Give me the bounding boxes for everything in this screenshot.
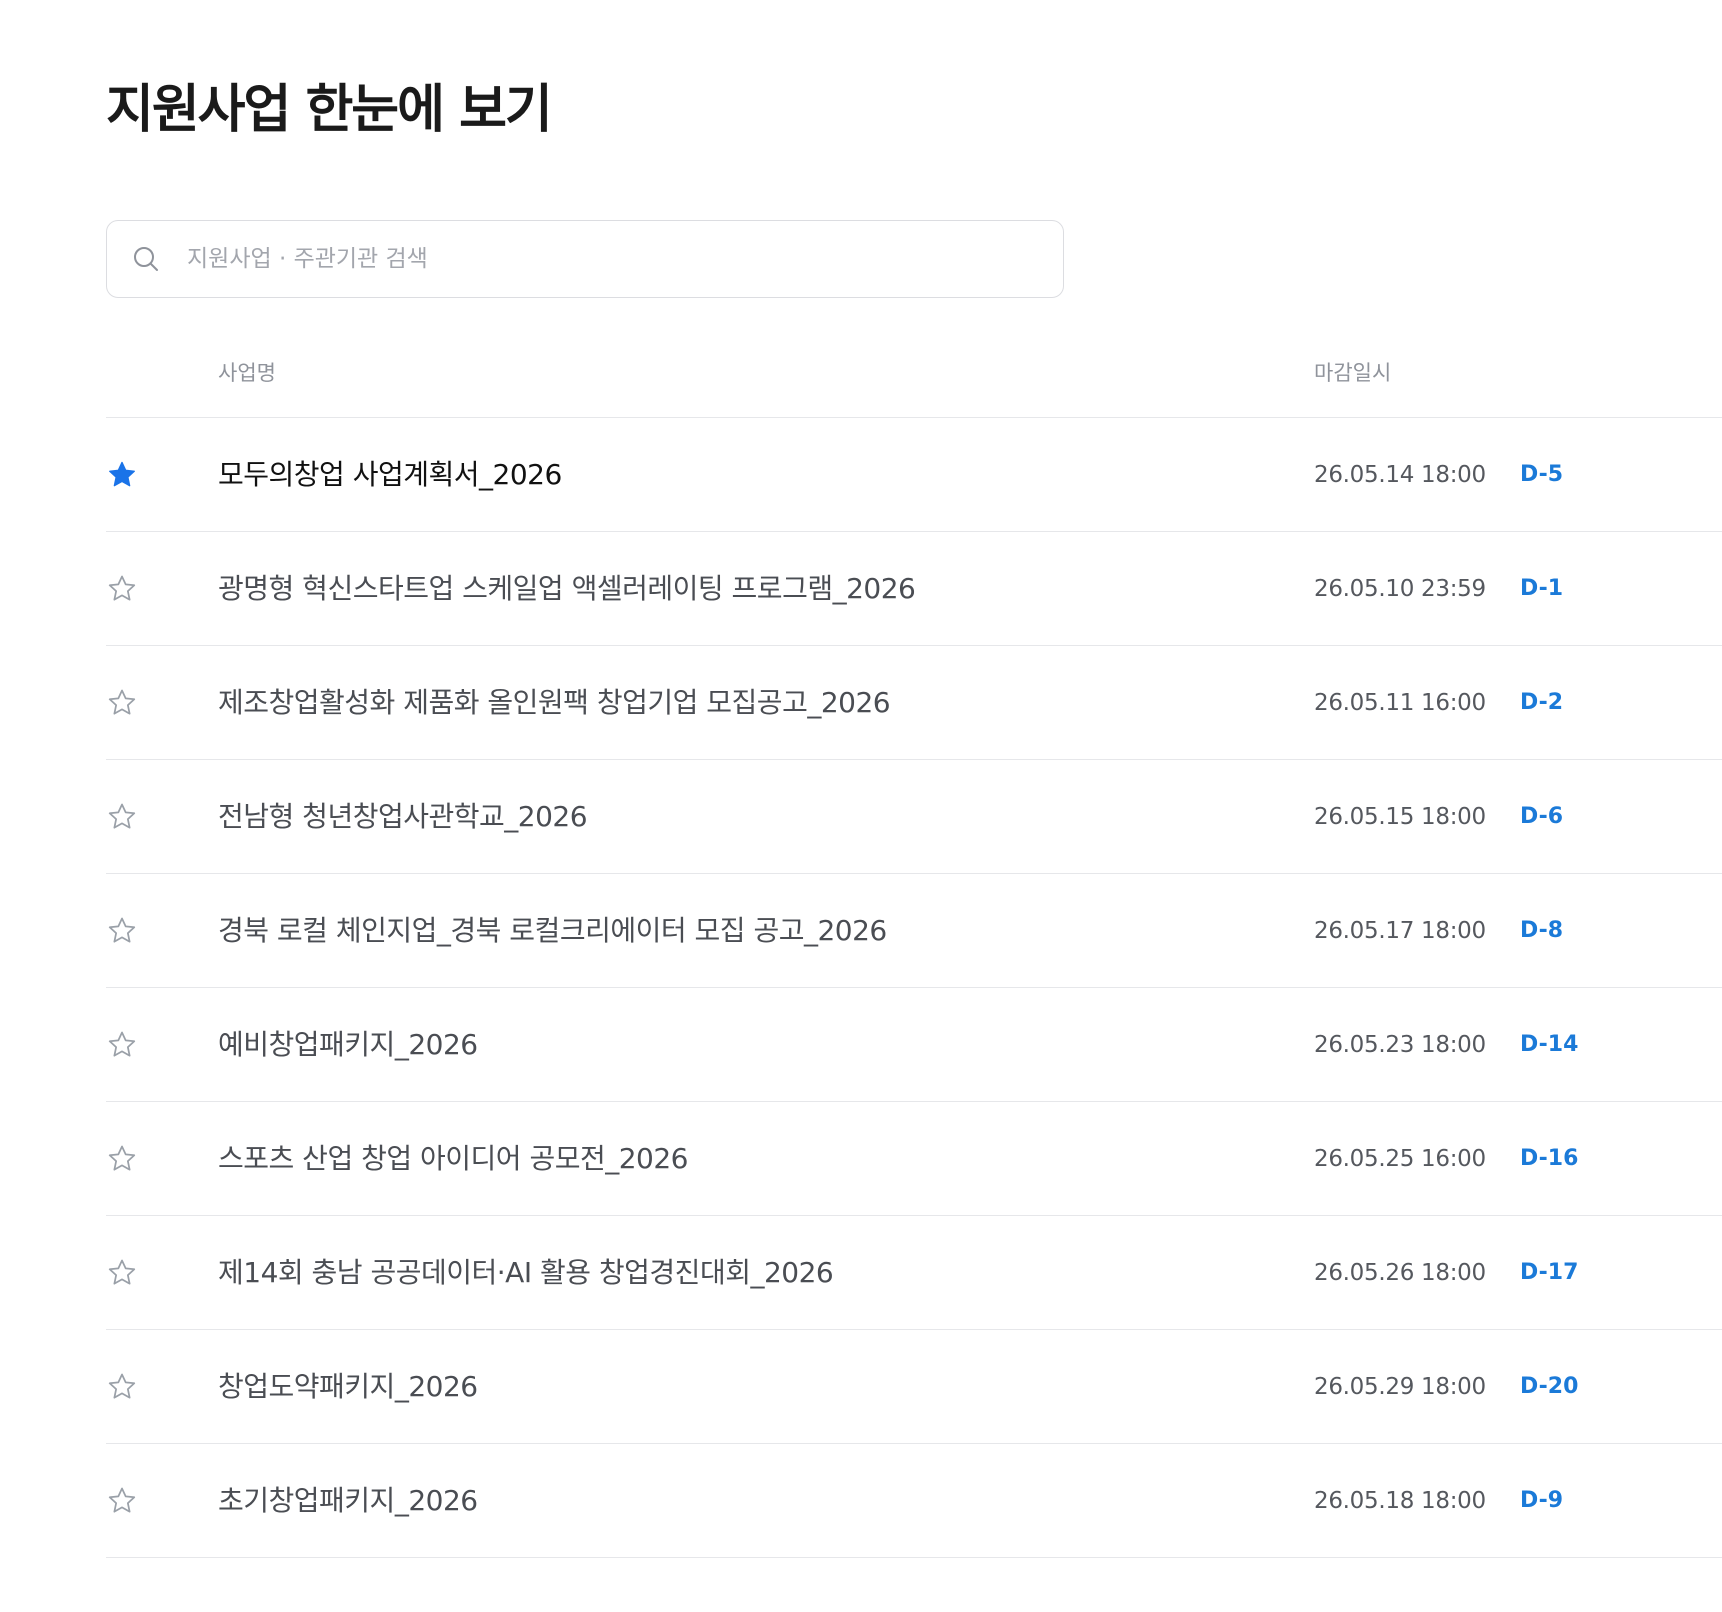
star-outline-icon[interactable]: [106, 687, 138, 719]
dday-badge: D-2: [1520, 690, 1564, 715]
deadline-datetime: 26.05.15 18:00: [1314, 804, 1486, 830]
star-outline-icon[interactable]: [106, 573, 138, 605]
dday-badge: D-1: [1520, 576, 1564, 601]
table-row[interactable]: 초기창업패키지_2026 26.05.18 18:00 D-9: [106, 1444, 1722, 1558]
dday-badge: D-16: [1520, 1146, 1579, 1171]
deadline-datetime: 26.05.11 16:00: [1314, 690, 1486, 716]
program-title[interactable]: 모두의창업 사업계획서_2026: [218, 456, 562, 494]
dday-badge: D-6: [1520, 804, 1564, 829]
star-outline-icon[interactable]: [106, 1371, 138, 1403]
dday-badge: D-14: [1520, 1032, 1579, 1057]
table-row[interactable]: 광명형 혁신스타트업 스케일업 액셀러레이팅 프로그램_2026 26.05.10…: [106, 532, 1722, 646]
dday-badge: D-5: [1520, 462, 1564, 487]
program-title[interactable]: 경북 로컬 체인지업_경북 로컬크리에이터 모집 공고_2026: [218, 912, 887, 950]
program-title[interactable]: 예비창업패키지_2026: [218, 1026, 478, 1064]
deadline-datetime: 26.05.18 18:00: [1314, 1488, 1486, 1514]
star-outline-icon[interactable]: [106, 1029, 138, 1061]
column-header-name: 사업명: [218, 361, 276, 385]
program-list: 사업명 마감일시 모두의창업 사업계획서_2026 26.05.14 18:00 D…: [106, 328, 1722, 1558]
table-row[interactable]: 제14회 충남 공공데이터·AI 활용 창업경진대회_2026 26.05.26 …: [106, 1216, 1722, 1330]
dday-badge: D-17: [1520, 1260, 1579, 1285]
star-outline-icon[interactable]: [106, 801, 138, 833]
table-row[interactable]: 스포츠 산업 창업 아이디어 공모전_2026 26.05.25 16:00 D-1…: [106, 1102, 1722, 1216]
dday-badge: D-20: [1520, 1374, 1579, 1399]
deadline-datetime: 26.05.10 23:59: [1314, 576, 1486, 602]
star-outline-icon[interactable]: [106, 1257, 138, 1289]
search-icon: [131, 244, 161, 274]
program-title[interactable]: 광명형 혁신스타트업 스케일업 액셀러레이팅 프로그램_2026: [218, 570, 916, 608]
program-title[interactable]: 창업도약패키지_2026: [218, 1368, 478, 1406]
list-rows: 모두의창업 사업계획서_2026 26.05.14 18:00 D-5 광명형 혁신스…: [106, 418, 1722, 1558]
table-row[interactable]: 예비창업패키지_2026 26.05.23 18:00 D-14: [106, 988, 1722, 1102]
dday-badge: D-8: [1520, 918, 1564, 943]
deadline-datetime: 26.05.23 18:00: [1314, 1032, 1486, 1058]
table-row[interactable]: 창업도약패키지_2026 26.05.29 18:00 D-20: [106, 1330, 1722, 1444]
star-outline-icon[interactable]: [106, 1485, 138, 1517]
search-box[interactable]: [106, 220, 1064, 298]
program-title[interactable]: 스포츠 산업 창업 아이디어 공모전_2026: [218, 1140, 689, 1178]
page-title: 지원사업 한눈에 보기: [106, 80, 553, 140]
star-outline-icon[interactable]: [106, 915, 138, 947]
deadline-datetime: 26.05.25 16:00: [1314, 1146, 1486, 1172]
list-header: 사업명 마감일시: [106, 328, 1722, 418]
program-title[interactable]: 초기창업패키지_2026: [218, 1482, 478, 1520]
program-title[interactable]: 제14회 충남 공공데이터·AI 활용 창업경진대회_2026: [218, 1254, 834, 1292]
deadline-datetime: 26.05.17 18:00: [1314, 918, 1486, 944]
star-filled-icon[interactable]: [106, 459, 138, 491]
program-title[interactable]: 제조창업활성화 제품화 올인원팩 창업기업 모집공고_2026: [218, 684, 891, 722]
deadline-datetime: 26.05.14 18:00: [1314, 462, 1486, 488]
search-input[interactable]: [187, 239, 1007, 279]
deadline-datetime: 26.05.29 18:00: [1314, 1374, 1486, 1400]
dday-badge: D-9: [1520, 1488, 1564, 1513]
table-row[interactable]: 제조창업활성화 제품화 올인원팩 창업기업 모집공고_2026 26.05.11 …: [106, 646, 1722, 760]
table-row[interactable]: 모두의창업 사업계획서_2026 26.05.14 18:00 D-5: [106, 418, 1722, 532]
program-title[interactable]: 전남형 청년창업사관학교_2026: [218, 798, 588, 836]
table-row[interactable]: 경북 로컬 체인지업_경북 로컬크리에이터 모집 공고_2026 26.05.17…: [106, 874, 1722, 988]
column-header-deadline: 마감일시: [1314, 361, 1392, 385]
star-outline-icon[interactable]: [106, 1143, 138, 1175]
table-row[interactable]: 전남형 청년창업사관학교_2026 26.05.15 18:00 D-6: [106, 760, 1722, 874]
deadline-datetime: 26.05.26 18:00: [1314, 1260, 1486, 1286]
